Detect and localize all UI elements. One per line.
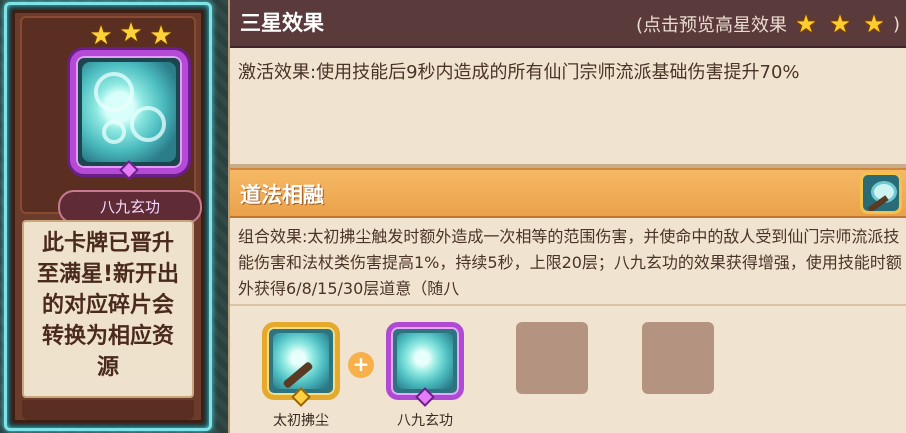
empty-slot [642,322,714,394]
combo-items-row: 太初拂尘 + 八九玄功 [230,312,906,433]
star-icon: ★ [89,21,113,51]
empty-item-slot[interactable] [642,322,722,394]
preview-high-star-button[interactable]: (点击预览高星效果 ★ ★ ★ ) [636,8,900,40]
empty-item-slot[interactable] [516,322,596,394]
card-star-rating: ★ ★ ★ [88,18,174,51]
card-max-star-message: 此卡牌已晋升至满星!新开出的对应碎片会转换为相应资源 [22,220,194,398]
whisk-item-icon [262,322,340,407]
effect-panel: 三星效果 (点击预览高星效果 ★ ★ ★ ) 激活效果:使用技能后9秒内造成的所… [228,0,906,433]
gem-icon [291,387,311,407]
item-label: 八九玄功 [397,413,453,429]
card-art-panel: ★ ★ ★ 八九玄功 [20,16,202,224]
card-skill-icon [70,50,188,180]
empty-slot [516,322,588,394]
divider [230,304,906,306]
star-icon: ★ [149,21,173,51]
activation-effect-text: 激活效果:使用技能后9秒内造成的所有仙门宗师流派基础伤害提升70% [238,62,800,83]
star-effect-header: 三星效果 (点击预览高星效果 ★ ★ ★ ) [230,0,906,48]
combo-effect-text[interactable]: 组合效果:太初拂尘触发时额外造成一次相等的范围伤害，并使命中的敌人受到仙门宗师流… [238,224,902,302]
card-name-plate: 八九玄功 [58,190,202,224]
combo-section-header: 道法相融 [230,168,906,218]
plus-icon: + [348,352,374,378]
item-label: 太初拂尘 [273,413,329,429]
star-icon: ★ [863,10,885,38]
combo-title: 道法相融 [240,183,324,207]
preview-label: (点击预览高星效果 [635,15,787,36]
swirl-art-icon [82,62,176,162]
gem-icon [119,160,139,180]
card-footer [22,400,194,420]
gem-icon [415,387,435,407]
combo-item-slot[interactable]: 太初拂尘 [262,322,342,430]
preview-close-paren: ) [892,13,900,35]
star-icon: ★ [829,10,851,38]
swirl-item-icon [386,322,464,407]
star-icon: ★ [119,18,143,48]
combo-item-slot[interactable]: 八九玄功 [386,322,466,430]
star-effect-title: 三星效果 [240,11,324,35]
star-icon: ★ [795,10,817,38]
whisk-icon [860,172,902,214]
